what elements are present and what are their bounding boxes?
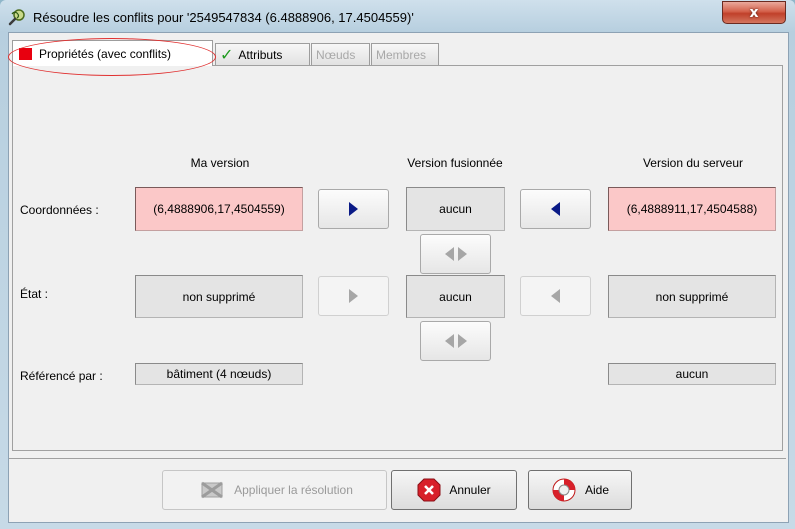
tab-members[interactable]: Membres [371,43,439,65]
merged-state-value: aucun [406,275,505,318]
label-referenced-by: Référencé par : [20,369,103,383]
tab-attributes[interactable]: ✓ Attributs [215,43,310,65]
arrow-left-icon [444,247,454,261]
label-coordinates: Coordonnées : [20,203,99,217]
arrow-right-icon [457,334,467,348]
dialog-window: Résoudre les conflits pour '2549547834 (… [0,0,795,529]
cancel-label: Annuler [449,483,491,497]
my-state-value: non supprimé [135,275,303,318]
tab-attributes-label: Attributs [238,47,283,62]
josm-logo-icon [8,9,25,26]
tab-properties-label: Propriétés (avec conflits) [39,46,172,61]
help-button[interactable]: Aide [528,470,632,510]
conflict-red-square-icon [19,47,32,60]
arrow-left-icon [551,289,560,303]
tab-nodes-label: Nœuds [316,47,356,62]
arrow-left-icon [551,202,560,216]
checkmark-icon: ✓ [220,45,234,64]
server-coordinates-value: (6,4888911,17,4504588) [608,187,776,231]
merged-coordinates-value: aucun [406,187,505,231]
cancel-button[interactable]: Annuler [391,470,517,510]
apply-resolution-button[interactable]: Appliquer la résolution [162,470,387,510]
arrow-right-icon [349,289,358,303]
dialog-client-area: Propriétés (avec conflits) ✓ Attributs N… [8,32,789,523]
undecide-coordinates-button[interactable] [420,234,491,274]
close-icon: x [749,4,759,21]
lifebuoy-help-icon [552,478,576,502]
take-server-state-button[interactable] [520,276,591,316]
cancel-icon [417,478,441,502]
window-title: Résoudre les conflits pour '2549547834 (… [33,10,414,25]
tab-nodes[interactable]: Nœuds [311,43,370,65]
arrow-right-icon [457,247,467,261]
my-coordinates-value: (6,4888906,17,4504559) [135,187,303,231]
label-state: État : [20,287,49,301]
tab-properties[interactable]: Propriétés (avec conflits) [12,40,213,66]
arrow-right-icon [349,202,358,216]
apply-resolution-label: Appliquer la résolution [234,483,353,497]
arrow-left-icon [444,334,454,348]
button-bar: Appliquer la résolution Annuler Aide [9,458,786,521]
close-button[interactable]: x [722,1,786,24]
take-mine-state-button[interactable] [318,276,389,316]
server-state-value: non supprimé [608,275,776,318]
properties-panel: Ma version Version fusionnée Version du … [12,65,783,451]
header-merged-version: Version fusionnée [407,156,503,170]
take-mine-coordinates-button[interactable] [318,189,389,229]
tab-members-label: Membres [376,47,427,62]
undecide-state-button[interactable] [420,321,491,361]
my-referenced-by-value: bâtiment (4 nœuds) [135,363,303,385]
server-referenced-by-value: aucun [608,363,776,385]
title-bar[interactable]: Résoudre les conflits pour '2549547834 (… [0,0,795,34]
header-my-version: Ma version [190,156,250,170]
header-server-version: Version du serveur [642,156,744,170]
help-label: Aide [584,483,610,497]
take-server-coordinates-button[interactable] [520,189,591,229]
apply-resolution-icon [201,481,223,499]
